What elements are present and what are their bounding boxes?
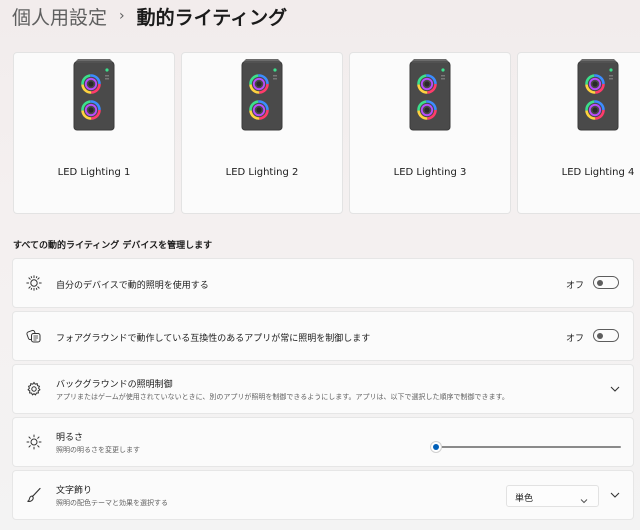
lighting-sun-icon xyxy=(25,274,43,292)
device-card[interactable]: LED Lighting 4 xyxy=(517,52,640,214)
slider-track[interactable] xyxy=(433,446,621,448)
device-card[interactable]: LED Lighting 2 xyxy=(181,52,343,214)
setting-use-dynamic-lighting: 自分のデバイスで動的照明を使用する オフ xyxy=(12,258,634,308)
slider-thumb[interactable] xyxy=(431,442,441,452)
effect-select[interactable]: 単色 xyxy=(506,485,599,507)
breadcrumb-separator: › xyxy=(119,8,125,24)
layers-app-icon xyxy=(25,327,43,345)
gear-icon xyxy=(25,380,43,398)
setting-effects[interactable]: 文字飾り 照明の配色テーマと効果を選択する 単色 xyxy=(12,470,634,520)
setting-title: バックグラウンドの照明制御 xyxy=(56,380,173,390)
breadcrumb-parent[interactable]: 個人用設定 xyxy=(12,3,107,30)
effect-select-value: 単色 xyxy=(515,494,534,504)
section-title: すべての動的ライティング デバイスを管理します xyxy=(13,241,213,251)
chevron-down-icon[interactable] xyxy=(609,489,621,501)
device-card-list: LED Lighting 1 LED Lighting 2 LED Lighti… xyxy=(0,52,640,215)
setting-brightness: 明るさ 照明の明るさを変更します xyxy=(12,417,634,467)
foreground-control-toggle[interactable] xyxy=(593,329,619,342)
use-lighting-toggle[interactable] xyxy=(593,276,619,289)
setting-background-control[interactable]: バックグラウンドの照明制御 アプリまたはゲームが使用されていないときに、別のアプ… xyxy=(12,364,634,414)
setting-title: フォアグラウンドで動作している互換性のあるアプリが常に照明を制御します xyxy=(56,334,371,344)
setting-title: 文字飾り xyxy=(56,486,93,496)
page-title: 動的ライティング xyxy=(136,6,288,29)
device-card-label: LED Lighting 2 xyxy=(225,167,299,178)
device-card-label: LED Lighting 4 xyxy=(561,167,635,178)
toggle-state-label: オフ xyxy=(566,281,585,291)
brightness-icon xyxy=(25,433,43,451)
setting-description: 照明の配色テーマと効果を選択する xyxy=(56,499,168,507)
brush-icon xyxy=(25,486,43,504)
chevron-down-icon xyxy=(580,491,588,510)
setting-description: アプリまたはゲームが使用されていないときに、別のアプリが照明を制御できるようにし… xyxy=(56,393,509,401)
breadcrumb: 個人用設定 › 動的ライティング xyxy=(12,2,287,30)
device-card[interactable]: LED Lighting 3 xyxy=(349,52,511,214)
device-card-label: LED Lighting 3 xyxy=(393,167,467,178)
device-card-label: LED Lighting 1 xyxy=(57,167,131,178)
setting-title: 明るさ xyxy=(56,433,84,443)
device-card[interactable]: LED Lighting 1 xyxy=(13,52,175,214)
setting-description: 照明の明るさを変更します xyxy=(56,446,140,454)
setting-foreground-control: フォアグラウンドで動作している互換性のあるアプリが常に照明を制御します オフ xyxy=(12,311,634,361)
brightness-slider[interactable] xyxy=(431,440,621,454)
toggle-state-label: オフ xyxy=(566,334,585,344)
chevron-down-icon[interactable] xyxy=(609,383,621,395)
setting-title: 自分のデバイスで動的照明を使用する xyxy=(56,281,209,291)
